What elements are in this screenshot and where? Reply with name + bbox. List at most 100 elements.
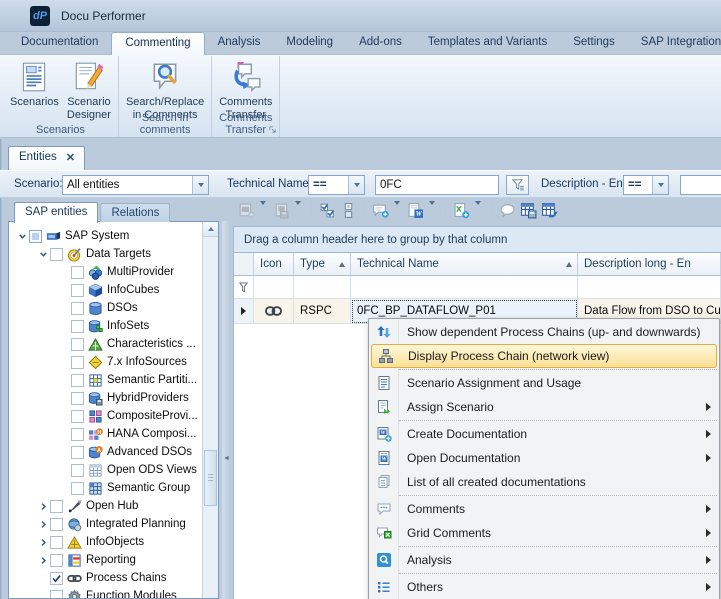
description-input[interactable] <box>680 175 721 195</box>
checkbox[interactable] <box>71 266 84 279</box>
checkbox[interactable] <box>50 518 63 531</box>
add-comment-button[interactable] <box>370 200 405 222</box>
technical-name-input[interactable] <box>375 175 499 195</box>
menu-item-create-documentation[interactable]: WCreate Documentation <box>369 422 719 446</box>
export-grid-button[interactable] <box>539 200 560 222</box>
checkbox[interactable] <box>50 248 63 261</box>
tree-item-sap-system[interactable]: SAP System <box>10 227 201 245</box>
column-header-technical-name[interactable]: Technical Name <box>351 253 578 276</box>
checkbox[interactable] <box>71 482 84 495</box>
menu-item-open-documentation[interactable]: WOpen Documentation <box>369 446 719 470</box>
scenarios-button[interactable]: Scenarios <box>6 58 63 111</box>
tree-item-infosets[interactable]: InfoSets <box>10 317 201 335</box>
tree-item-multiprovider[interactable]: MultiProvider <box>10 263 201 281</box>
filter-cell-technical-name[interactable] <box>351 276 578 299</box>
tab-entities[interactable]: Entities ✕ <box>8 146 85 170</box>
chevron-right-icon[interactable] <box>37 554 50 566</box>
chevron-down-icon[interactable] <box>429 205 435 217</box>
checkbox[interactable] <box>50 572 63 585</box>
tree-scrollbar[interactable] <box>202 222 218 598</box>
scroll-up-icon[interactable] <box>203 222 218 237</box>
description-operator-select[interactable]: == <box>623 175 669 195</box>
ribbon-tab-templates-and-variants[interactable]: Templates and Variants <box>415 32 560 54</box>
save-grid-layout-button[interactable] <box>518 200 539 222</box>
cell-icon[interactable] <box>254 299 294 324</box>
tree-item-advanced-dsos[interactable]: AAdvanced DSOs <box>10 443 201 461</box>
menu-item-show-dependent-process-chains-up-and-downwards[interactable]: Show dependent Process Chains (up- and d… <box>369 320 719 344</box>
chevron-down-icon[interactable] <box>37 248 50 260</box>
left-tab-sap-entities[interactable]: SAP entities <box>14 202 98 223</box>
checkbox[interactable] <box>71 320 84 333</box>
tree-item-dsos[interactable]: DSOs <box>10 299 201 317</box>
chevron-down-icon[interactable] <box>260 205 266 217</box>
chevron-right-icon[interactable] <box>37 500 50 512</box>
ribbon-tab-settings[interactable]: Settings <box>560 32 628 54</box>
cell-type[interactable]: RSPC <box>294 299 351 324</box>
checkbox[interactable] <box>71 356 84 369</box>
ribbon-tab-analysis[interactable]: Analysis <box>205 32 274 54</box>
menu-item-comments[interactable]: Comments <box>369 497 719 521</box>
checkbox[interactable] <box>50 500 63 513</box>
tree-item-open-ods-views[interactable]: Open ODS Views <box>10 461 201 479</box>
filter-cell-icon[interactable] <box>254 276 294 299</box>
compare-entities-button[interactable] <box>338 200 359 222</box>
menu-item-scenario-assignment-and-usage[interactable]: Scenario Assignment and Usage <box>369 371 719 395</box>
column-header-icon[interactable]: Icon <box>254 253 294 276</box>
chevron-down-icon[interactable] <box>652 176 668 194</box>
scenario-designer-button[interactable]: Scenario Designer <box>63 58 115 124</box>
menu-item-assign-scenario[interactable]: Assign Scenario <box>369 395 719 419</box>
tree-item-7-x-infosources[interactable]: 7.x InfoSources <box>10 353 201 371</box>
checkbox[interactable] <box>71 302 84 315</box>
tree-item-integrated-planning[interactable]: Integrated Planning <box>10 515 201 533</box>
tree-item-semantic-group[interactable]: Semantic Group <box>10 479 201 497</box>
menu-item-others[interactable]: Others <box>369 575 719 599</box>
tree-item-open-hub[interactable]: Open Hub <box>10 497 201 515</box>
close-icon[interactable]: ✕ <box>66 151 75 170</box>
create-documentation-button[interactable] <box>236 200 271 222</box>
export-to-excel-button[interactable] <box>451 200 486 222</box>
column-header-description-long-en[interactable]: Description long - En <box>578 253 721 276</box>
menu-item-analysis[interactable]: Analysis <box>369 548 719 572</box>
chevron-down-icon[interactable] <box>295 205 301 217</box>
checkbox[interactable] <box>71 428 84 441</box>
ribbon-tab-commenting[interactable]: Commenting <box>111 32 204 55</box>
checkbox[interactable] <box>71 338 84 351</box>
chevron-down-icon[interactable] <box>394 205 400 217</box>
tree-item-hana-composi[interactable]: HHANA Composi... <box>10 425 201 443</box>
tree-item-infocubes[interactable]: InfoCubes <box>10 281 201 299</box>
scenario-select[interactable]: All entities <box>62 175 209 195</box>
export-to-word-button[interactable]: W <box>405 200 440 222</box>
menu-item-list-of-all-created-documentations[interactable]: List of all created documentations <box>369 470 719 494</box>
ribbon-tab-documentation[interactable]: Documentation <box>8 32 111 54</box>
apply-filter-button[interactable] <box>506 175 529 195</box>
apply-selection-button[interactable] <box>317 200 338 222</box>
checkbox[interactable] <box>71 374 84 387</box>
save-documentation-button[interactable] <box>271 200 306 222</box>
group-by-panel[interactable]: Drag a column header here to group by th… <box>234 227 721 253</box>
chevron-down-icon[interactable] <box>16 230 29 242</box>
checkbox[interactable] <box>50 554 63 567</box>
show-comments-button[interactable] <box>497 200 518 222</box>
menu-item-display-process-chain-network-view[interactable]: Display Process Chain (network view) <box>371 344 717 368</box>
tree-item-process-chains[interactable]: Process Chains <box>10 569 201 587</box>
chevron-right-icon[interactable] <box>37 536 50 548</box>
scrollbar-thumb[interactable] <box>204 450 217 506</box>
left-tab-relations[interactable]: Relations <box>100 203 170 222</box>
checkbox[interactable] <box>29 230 42 243</box>
filter-cell-description-long-en[interactable] <box>578 276 721 299</box>
ribbon-tab-add-ons[interactable]: Add-ons <box>346 32 415 54</box>
checkbox[interactable] <box>71 410 84 423</box>
checkbox[interactable] <box>71 464 84 477</box>
checkbox[interactable] <box>50 536 63 549</box>
checkbox[interactable] <box>71 284 84 297</box>
menu-item-grid-comments[interactable]: Grid Comments <box>369 521 719 545</box>
tree-item-infoobjects[interactable]: InfoObjects <box>10 533 201 551</box>
checkbox[interactable] <box>71 392 84 405</box>
chevron-down-icon[interactable] <box>192 176 208 194</box>
chevron-right-icon[interactable] <box>37 518 50 530</box>
checkbox[interactable] <box>71 446 84 459</box>
column-header-type[interactable]: Type <box>294 253 351 276</box>
collapse-left-icon[interactable]: ◄ <box>223 455 230 462</box>
tree-item-compositeprovi[interactable]: CompositeProvi... <box>10 407 201 425</box>
title-bar[interactable]: dP Docu Performer <box>0 0 721 32</box>
